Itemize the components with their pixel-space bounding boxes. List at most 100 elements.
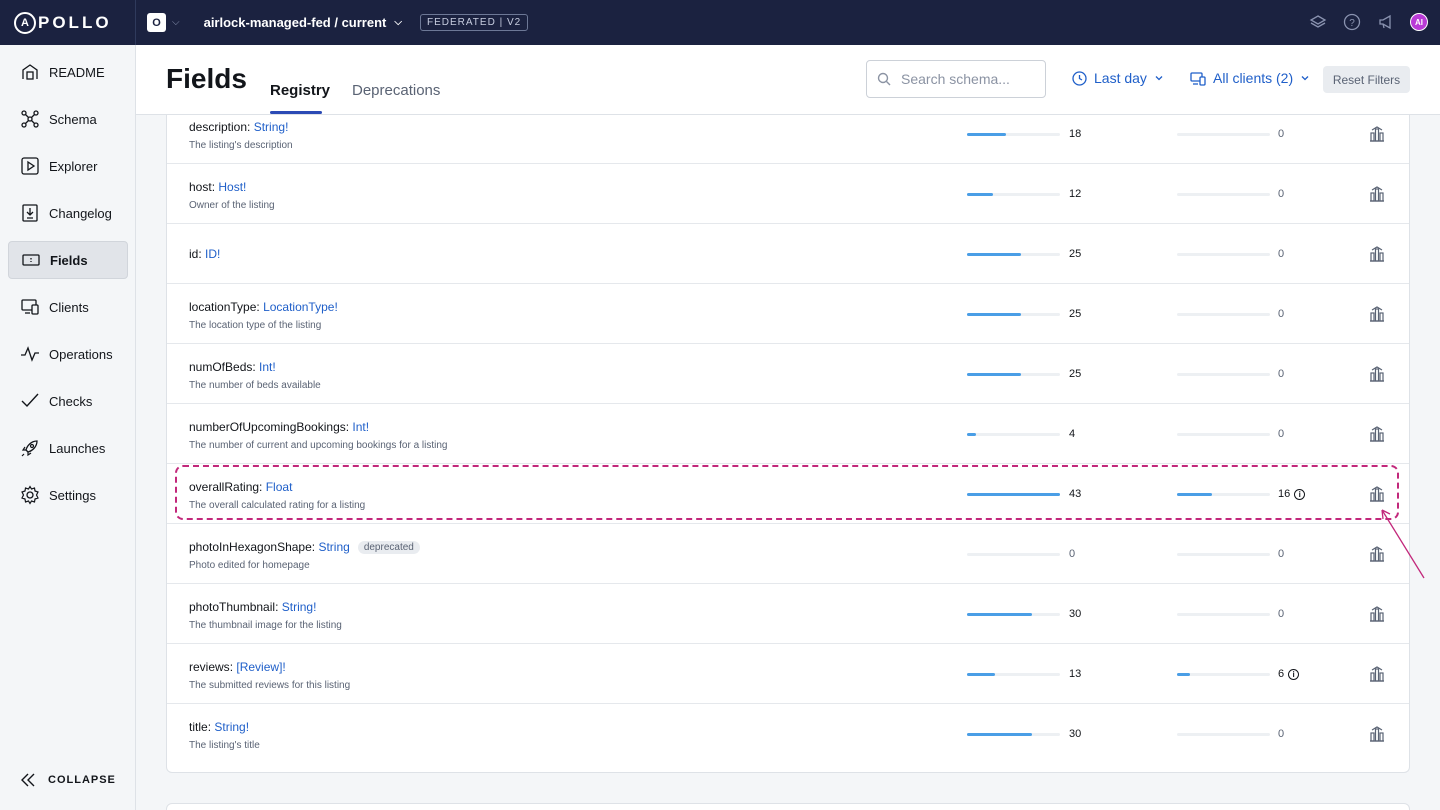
search-input[interactable] [901,71,1031,87]
sidebar-item-schema[interactable]: Schema [8,100,128,138]
avatar[interactable]: AI [1410,13,1428,31]
field-name[interactable]: photoInHexagonShape [189,540,312,554]
field-description: The number of current and upcoming booki… [189,440,448,451]
field-name[interactable]: reviews [189,660,230,674]
field-name[interactable]: title [189,720,208,734]
sidebar-item-settings[interactable]: Settings [8,476,128,514]
logo-text: POLLO [38,12,112,32]
reset-filters-button[interactable]: Reset Filters [1323,66,1410,93]
field-type-link[interactable]: Review [240,660,279,674]
field-name[interactable]: host [189,180,212,194]
chevron-down-icon[interactable]: ⌵ [172,17,180,28]
graph-switcher[interactable]: airlock-managed-fed / current ⌵ [204,15,402,30]
client-filter[interactable]: All clients (2) [1190,70,1310,86]
requests-bar [967,493,1060,496]
layers-icon[interactable] [1308,12,1328,32]
table-row[interactable]: host: Host! Owner of the listing 12 0 [167,164,1409,224]
field-type-link[interactable]: String [318,540,349,554]
field-name[interactable]: locationType [189,300,256,314]
clients-bar [1177,433,1270,436]
field-type-link[interactable]: Int [352,420,365,434]
table-row[interactable]: overallRating: Float The overall calculat… [167,464,1409,524]
insights-icon[interactable] [1367,124,1387,144]
field-name[interactable]: photoThumbnail [189,600,275,614]
tab-deprecations[interactable]: Deprecations [352,82,440,99]
insights-icon[interactable] [1367,424,1387,444]
table-row[interactable]: photoThumbnail: String! The thumbnail ima… [167,584,1409,644]
field-type-link[interactable]: String [254,120,285,134]
clients-count: 0 [1278,728,1284,740]
field-name[interactable]: numberOfUpcomingBookings [189,420,346,434]
org-switcher[interactable]: O [147,13,166,32]
readme-icon [22,64,38,80]
field-name[interactable]: numOfBeds [189,360,252,374]
sidebar-item-readme[interactable]: README [8,53,128,91]
insights-icon[interactable] [1367,184,1387,204]
requests-value: 4 [1069,428,1076,440]
clients-count: 0 [1278,188,1284,200]
requests-value: 25 [1069,308,1082,320]
time-filter[interactable]: Last day [1072,70,1164,86]
apollo-logo[interactable]: A POLLO [0,0,136,45]
requests-bar [967,433,1060,436]
field-signature: host: Host! [189,180,246,194]
field-name[interactable]: description [189,120,247,134]
field-name[interactable]: id [189,247,198,261]
page-header: Fields Registry Deprecations Last day Al… [136,45,1440,115]
sidebar-item-label: Launches [49,440,106,456]
insights-icon[interactable] [1367,604,1387,624]
field-type-suffix: ! [217,247,221,261]
search-box[interactable] [866,60,1046,98]
insights-icon[interactable] [1367,304,1387,324]
table-row[interactable]: locationType: LocationType! The location … [167,284,1409,344]
field-type-link[interactable]: Int [259,360,272,374]
info-icon[interactable]: i [1288,668,1300,680]
clients-bar [1177,373,1270,376]
field-type-link[interactable]: ID [205,247,217,261]
field-type-link[interactable]: Float [266,480,293,494]
field-type-link[interactable]: String [214,720,245,734]
table-row[interactable]: title: String! The listing's title 30 0 [167,704,1409,764]
field-colon: : [229,660,237,674]
table-row[interactable]: id: ID! 25 0 [167,224,1409,284]
table-row[interactable]: photoInHexagonShape: String deprecated Pho… [167,524,1409,584]
insights-icon[interactable] [1367,364,1387,384]
field-name[interactable]: overallRating [189,480,259,494]
sidebar-item-clients[interactable]: Clients [8,288,128,326]
field-type-link[interactable]: Host [218,180,243,194]
sidebar-item-launches[interactable]: Launches [8,429,128,467]
help-icon[interactable]: ? [1342,12,1362,32]
field-description: The thumbnail image for the listing [189,620,342,631]
info-icon[interactable]: i [1294,488,1306,500]
requests-bar-fill [967,733,1032,736]
chevron-down-icon: ⌵ [394,17,402,28]
sidebar-item-changelog[interactable]: Changelog [8,194,128,232]
launches-icon [21,440,38,457]
field-type-link[interactable]: LocationType [263,300,334,314]
insights-icon[interactable] [1367,664,1387,684]
requests-bar [967,733,1060,736]
clients-icon [21,299,39,315]
graph-name: airlock-managed-fed / current [203,15,387,30]
sidebar-item-operations[interactable]: Operations [8,335,128,373]
insights-icon[interactable] [1367,724,1387,744]
sidebar-item-fields[interactable]: Fields [8,241,128,279]
clients-bar [1177,553,1270,556]
insights-icon[interactable] [1367,244,1387,264]
sidebar-item-checks[interactable]: Checks [8,382,128,420]
requests-value: 18 [1069,128,1082,140]
table-row[interactable]: description: String! The listing's descri… [167,115,1409,164]
clients-count: 0 [1278,428,1284,440]
double-chevron-left-icon [21,773,35,787]
chevron-down-icon [1301,76,1309,81]
clients-value: 0 [1278,548,1285,560]
sidebar-item-explorer[interactable]: Explorer [8,147,128,185]
requests-bar-fill [967,313,1021,316]
tab-registry[interactable]: Registry [270,82,330,99]
collapse-button[interactable]: COLLAPSE [20,772,116,788]
table-row[interactable]: numOfBeds: Int! The number of beds availa… [167,344,1409,404]
table-row[interactable]: numberOfUpcomingBookings: Int! The number… [167,404,1409,464]
megaphone-icon[interactable] [1376,12,1396,32]
field-type-link[interactable]: String [282,600,313,614]
table-row[interactable]: reviews: [Review]! The submitted reviews … [167,644,1409,704]
